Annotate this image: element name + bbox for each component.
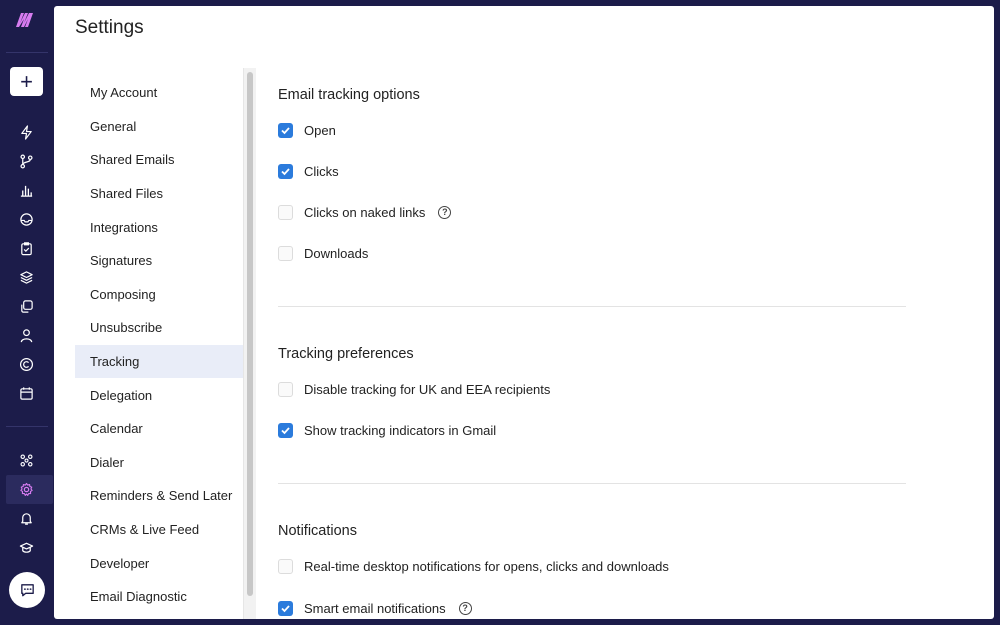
nav-item-shared-emails[interactable]: Shared Emails bbox=[75, 143, 243, 177]
rail-divider bbox=[6, 52, 48, 53]
checkbox[interactable] bbox=[278, 204, 293, 220]
nav-item-integrations[interactable]: Integrations bbox=[75, 210, 243, 244]
option-label: Show tracking indicators in Gmail bbox=[304, 422, 497, 438]
settings-nav: My Account General Shared Emails Shared … bbox=[75, 76, 243, 614]
option-smart-notifications[interactable]: Smart email notifications ? bbox=[278, 599, 472, 617]
option-clicks[interactable]: Clicks bbox=[278, 162, 339, 180]
clipboard-check-icon[interactable] bbox=[17, 239, 35, 257]
section-divider bbox=[278, 483, 906, 484]
option-label: Clicks on naked links bbox=[304, 204, 426, 220]
check-icon bbox=[281, 167, 290, 175]
check-icon bbox=[281, 426, 290, 434]
nav-item-unsubscribe[interactable]: Unsubscribe bbox=[75, 311, 243, 345]
help-icon[interactable]: ? bbox=[438, 205, 452, 219]
bar-chart-icon[interactable] bbox=[17, 181, 35, 199]
nav-item-crms[interactable]: CRMs & Live Feed bbox=[75, 513, 243, 547]
nav-item-composing[interactable]: Composing bbox=[75, 278, 243, 312]
option-label: Smart email notifications bbox=[304, 600, 446, 616]
check-icon bbox=[281, 604, 290, 612]
checkbox[interactable] bbox=[278, 558, 293, 574]
plus-icon: + bbox=[20, 68, 33, 94]
section-title-notifications: Notifications bbox=[278, 523, 357, 539]
chat-button[interactable] bbox=[9, 572, 45, 608]
checkbox[interactable] bbox=[278, 163, 293, 179]
rail-divider bbox=[6, 426, 48, 427]
checkbox[interactable] bbox=[278, 600, 293, 616]
nav-item-calendar[interactable]: Calendar bbox=[75, 412, 243, 446]
nav-item-email-diagnostic[interactable]: Email Diagnostic bbox=[75, 580, 243, 614]
option-disable-uk-eea[interactable]: Disable tracking for UK and EEA recipien… bbox=[278, 380, 550, 398]
section-title-email-tracking: Email tracking options bbox=[278, 87, 420, 103]
option-downloads[interactable]: Downloads bbox=[278, 244, 368, 262]
section-divider bbox=[278, 306, 906, 307]
option-label: Real-time desktop notifications for open… bbox=[304, 558, 669, 574]
logo-icon[interactable] bbox=[14, 11, 36, 29]
bell-icon[interactable] bbox=[17, 509, 35, 527]
calendar-icon[interactable] bbox=[17, 384, 35, 402]
nav-item-developer[interactable]: Developer bbox=[75, 546, 243, 580]
settings-panel: Settings My Account General Shared Email… bbox=[54, 6, 994, 619]
section-title-tracking-prefs: Tracking preferences bbox=[278, 346, 414, 362]
layers-icon[interactable] bbox=[17, 268, 35, 286]
nav-item-general[interactable]: General bbox=[75, 110, 243, 144]
scrollbar-thumb[interactable] bbox=[247, 72, 253, 596]
checkbox[interactable] bbox=[278, 245, 293, 261]
option-label: Disable tracking for UK and EEA recipien… bbox=[304, 381, 551, 397]
checkbox[interactable] bbox=[278, 122, 293, 138]
copyright-icon[interactable] bbox=[17, 355, 35, 373]
nav-item-tracking[interactable]: Tracking bbox=[75, 344, 243, 379]
nav-scrollbar[interactable] bbox=[243, 68, 256, 619]
checkbox[interactable] bbox=[278, 422, 293, 438]
user-icon[interactable] bbox=[17, 326, 35, 344]
option-show-indicators[interactable]: Show tracking indicators in Gmail bbox=[278, 421, 496, 439]
option-open[interactable]: Open bbox=[278, 121, 336, 139]
chat-icon bbox=[20, 583, 34, 596]
option-clicks-naked-links[interactable]: Clicks on naked links ? bbox=[278, 203, 452, 221]
nav-item-delegation[interactable]: Delegation bbox=[75, 378, 243, 412]
nav-item-my-account[interactable]: My Account bbox=[75, 76, 243, 110]
option-label: Clicks bbox=[304, 163, 339, 179]
branch-icon[interactable] bbox=[17, 152, 35, 170]
bolt-icon[interactable] bbox=[17, 123, 35, 141]
nav-item-signatures[interactable]: Signatures bbox=[75, 244, 243, 278]
inbox-icon[interactable] bbox=[17, 210, 35, 228]
nav-item-reminders[interactable]: Reminders & Send Later bbox=[75, 479, 243, 513]
nav-item-shared-files[interactable]: Shared Files bbox=[75, 177, 243, 211]
network-icon[interactable] bbox=[17, 451, 35, 469]
option-desktop-notifications[interactable]: Real-time desktop notifications for open… bbox=[278, 557, 669, 575]
left-rail: + bbox=[0, 0, 54, 625]
check-icon bbox=[281, 126, 290, 134]
checkbox[interactable] bbox=[278, 381, 293, 397]
option-label: Open bbox=[304, 122, 336, 138]
nav-item-dialer[interactable]: Dialer bbox=[75, 446, 243, 480]
help-icon[interactable]: ? bbox=[458, 601, 472, 615]
page-title: Settings bbox=[75, 17, 144, 38]
copy-icon[interactable] bbox=[17, 297, 35, 315]
graduation-cap-icon[interactable] bbox=[17, 538, 35, 556]
option-label: Downloads bbox=[304, 245, 369, 261]
gear-icon[interactable] bbox=[17, 480, 35, 498]
new-button[interactable]: + bbox=[10, 67, 43, 96]
